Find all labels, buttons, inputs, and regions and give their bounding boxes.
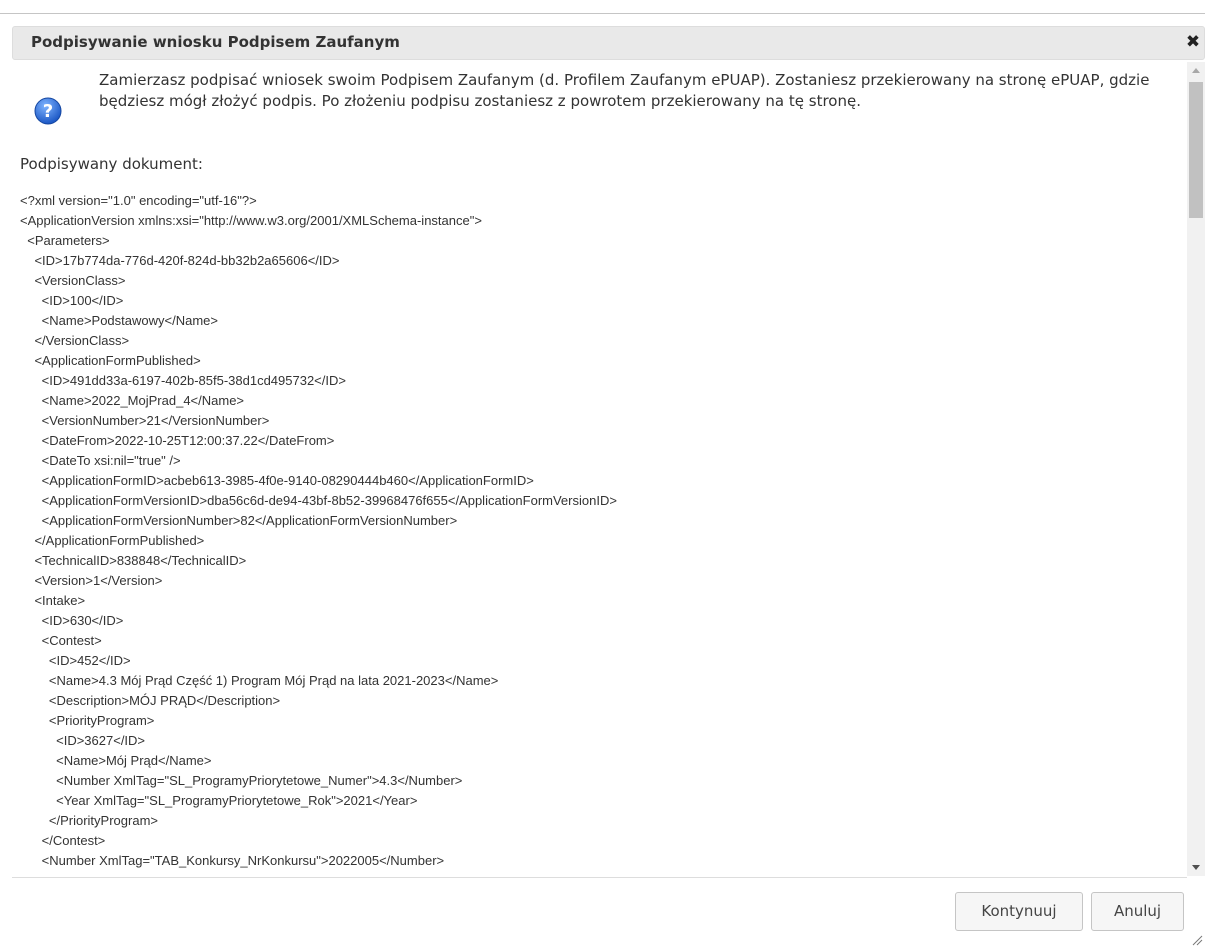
xml-line: <ID>100</ID>: [20, 293, 124, 308]
page-top-border: [0, 0, 1205, 14]
xml-line: <Name>2022_MojPrad_4</Name>: [20, 393, 245, 408]
xml-line: <ID>17b774da-776d-420f-824d-bb32b2a65606…: [20, 253, 340, 268]
xml-document: <?xml version="1.0" encoding="utf-16"?> <…: [20, 191, 617, 871]
xml-line: <ApplicationFormID>acbeb613-3985-4f0e-91…: [20, 473, 534, 488]
xml-line: <Name>Mój Prąd</Name>: [20, 753, 212, 768]
document-label: Podpisywany dokument:: [20, 155, 203, 173]
sign-info-message: Zamierzasz podpisać wniosek swoim Podpis…: [99, 71, 1150, 110]
xml-line: </PriorityProgram>: [20, 813, 158, 828]
footer-divider: [12, 877, 1187, 878]
dialog-titlebar[interactable]: Podpisywanie wniosku Podpisem Zaufanym ✖: [12, 26, 1205, 60]
xml-line: <Year XmlTag="SL_ProgramyPriorytetowe_Ro…: [20, 793, 418, 808]
question-icon: ?: [34, 97, 62, 125]
xml-line: <ApplicationVersion xmlns:xsi="http://ww…: [20, 213, 482, 228]
close-button[interactable]: ✖: [1182, 31, 1204, 53]
xml-line: <Number XmlTag="SL_ProgramyPriorytetowe_…: [20, 773, 463, 788]
xml-line: </VersionClass>: [20, 333, 130, 348]
dialog-content[interactable]: ? Zamierzasz podpisać wniosek swoim Podp…: [12, 62, 1187, 876]
svg-text:?: ?: [43, 101, 53, 122]
continue-button[interactable]: Kontynuuj: [955, 892, 1083, 931]
content-scrollbar[interactable]: [1187, 62, 1205, 876]
xml-line: <ID>3627</ID>: [20, 733, 146, 748]
sign-dialog: Podpisywanie wniosku Podpisem Zaufanym ✖…: [0, 14, 1205, 948]
xml-line: <DateTo xsi:nil="true" />: [20, 453, 181, 468]
xml-line: <?xml version="1.0" encoding="utf-16"?>: [20, 193, 257, 208]
scrollbar-thumb[interactable]: [1189, 82, 1203, 218]
xml-line: <Number XmlTag="TAB_Konkursy_NrKonkursu"…: [20, 853, 445, 868]
xml-line: <ID>452</ID>: [20, 653, 131, 668]
xml-line: <Intake>: [20, 593, 86, 608]
xml-line: <ApplicationFormVersionNumber>82</Applic…: [20, 513, 458, 528]
xml-line: <ApplicationFormPublished>: [20, 353, 201, 368]
xml-line: <VersionNumber>21</VersionNumber>: [20, 413, 270, 428]
xml-line: <Parameters>: [20, 233, 110, 248]
xml-line: <Contest>: [20, 633, 102, 648]
scroll-down-arrow-icon[interactable]: [1187, 858, 1205, 876]
xml-line: </ApplicationFormPublished>: [20, 533, 205, 548]
xml-line: <ApplicationFormVersionID>dba56c6d-de94-…: [20, 493, 617, 508]
xml-line: <Name>Podstawowy</Name>: [20, 313, 218, 328]
cancel-button[interactable]: Anuluj: [1091, 892, 1184, 931]
xml-line: <Name>4.3 Mój Prąd Część 1) Program Mój …: [20, 673, 499, 688]
xml-line: <DateFrom>2022-10-25T12:00:37.22</DateFr…: [20, 433, 335, 448]
xml-line: <TechnicalID>838848</TechnicalID>: [20, 553, 247, 568]
dialog-title: Podpisywanie wniosku Podpisem Zaufanym: [31, 33, 400, 51]
xml-line: <Version>1</Version>: [20, 573, 163, 588]
xml-line: <ID>630</ID>: [20, 613, 124, 628]
resize-grip-icon[interactable]: [1191, 934, 1203, 946]
xml-line: <Description>MÓJ PRĄD</Description>: [20, 693, 281, 708]
xml-line: </Contest>: [20, 833, 106, 848]
xml-line: <PriorityProgram>: [20, 713, 155, 728]
xml-line: <ID>491dd33a-6197-402b-85f5-38d1cd495732…: [20, 373, 346, 388]
xml-line: <VersionClass>: [20, 273, 126, 288]
scroll-up-arrow-icon[interactable]: [1187, 62, 1205, 80]
